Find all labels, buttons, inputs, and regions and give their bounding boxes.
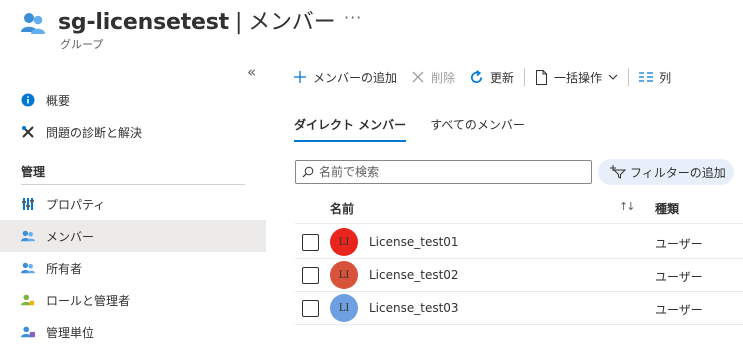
page-name: メンバー	[248, 10, 336, 35]
section-divider	[21, 184, 245, 185]
member-type: ユーザー	[655, 270, 703, 284]
refresh-icon	[469, 69, 484, 85]
bulk-operations-label: 一括操作	[554, 70, 603, 85]
search-input[interactable]	[319, 165, 579, 179]
avatar: LI	[330, 261, 358, 289]
close-icon	[411, 70, 425, 84]
sidebar-item-label: 問題の診断と解決	[46, 125, 143, 140]
more-actions-icon[interactable]: ···	[344, 8, 362, 27]
filter-add-icon	[610, 165, 626, 179]
member-name[interactable]: License_test01	[369, 235, 459, 249]
owners-icon	[21, 261, 35, 275]
document-icon	[535, 69, 548, 85]
columns-label: 列	[659, 70, 672, 85]
refresh-label: 更新	[490, 70, 515, 85]
table-row[interactable]: LI License_test02 ユーザー	[295, 259, 743, 292]
member-type: ユーザー	[655, 237, 703, 251]
search-icon	[302, 166, 314, 178]
avatar: LI	[330, 294, 358, 322]
bulk-operations-button[interactable]: 一括操作	[528, 63, 625, 91]
table-row[interactable]: LI License_test01 ユーザー	[295, 226, 743, 259]
sidebar-item-admin-units[interactable]: 管理単位	[0, 316, 266, 346]
sidebar-item-properties[interactable]: プロパティ	[0, 188, 266, 220]
refresh-button[interactable]: 更新	[462, 63, 521, 91]
sort-icon[interactable]: ↑↓	[619, 200, 636, 213]
row-checkbox[interactable]	[302, 267, 319, 284]
delete-button[interactable]: 削除	[404, 63, 462, 91]
sidebar-item-label: 管理単位	[46, 325, 95, 340]
column-header-type[interactable]: 種類	[655, 200, 679, 217]
sidebar-item-label: ロールと管理者	[46, 293, 131, 308]
group-icon	[20, 10, 46, 36]
columns-button[interactable]: 列	[632, 63, 678, 91]
delete-label: 削除	[431, 70, 456, 85]
chevron-down-icon	[608, 74, 618, 80]
sidebar-item-overview[interactable]: 概要	[0, 84, 266, 116]
page-header: sg-licensetest | メンバー ··· グループ	[0, 0, 743, 60]
command-bar: メンバーの追加 削除 更新 一括操作 列	[286, 60, 743, 94]
tab-all-members[interactable]: すべてのメンバー	[430, 116, 525, 142]
section-manage-heading: 管理	[21, 165, 46, 179]
sidebar: « 概要 問題の診断と解決 管理 プロパティ メンバー 所有者 ロールと管理者 …	[0, 60, 266, 346]
properties-icon	[21, 197, 35, 211]
sidebar-item-label: 概要	[46, 93, 71, 108]
page-subtitle: グループ	[60, 38, 104, 51]
plus-icon	[293, 70, 307, 84]
row-checkbox[interactable]	[302, 234, 319, 251]
group-name: sg-licensetest	[58, 10, 229, 35]
tab-direct-members[interactable]: ダイレクト メンバー	[294, 116, 407, 142]
add-member-label: メンバーの追加	[313, 70, 398, 85]
collapse-sidebar-icon[interactable]: «	[247, 63, 256, 81]
roles-icon	[21, 293, 35, 307]
toolbar-divider	[628, 68, 630, 86]
add-filter-label: フィルターの追加	[630, 165, 726, 180]
sidebar-item-label: 所有者	[46, 261, 83, 276]
columns-icon	[639, 71, 654, 83]
toolbar-divider	[524, 68, 526, 86]
sidebar-item-label: プロパティ	[46, 197, 106, 212]
wrench-icon	[21, 125, 35, 139]
info-icon	[21, 93, 35, 107]
member-name[interactable]: License_test03	[369, 301, 459, 315]
row-checkbox[interactable]	[302, 300, 319, 317]
table-header: 名前 ↑↓ 種類	[295, 192, 743, 224]
sidebar-item-roles[interactable]: ロールと管理者	[0, 284, 266, 316]
member-tabs: ダイレクト メンバー すべてのメンバー	[294, 116, 549, 146]
table-row[interactable]: LI License_test03 ユーザー	[295, 292, 743, 325]
sidebar-item-owners[interactable]: 所有者	[0, 252, 266, 284]
column-header-name[interactable]: 名前	[330, 200, 354, 217]
add-filter-button[interactable]: フィルターの追加	[598, 159, 734, 185]
member-type: ユーザー	[655, 303, 703, 317]
sidebar-item-members[interactable]: メンバー	[0, 220, 266, 252]
sidebar-item-diagnose[interactable]: 問題の診断と解決	[0, 116, 266, 148]
admin-units-icon	[21, 325, 35, 339]
add-member-button[interactable]: メンバーの追加	[286, 63, 404, 91]
member-name[interactable]: License_test02	[369, 268, 459, 282]
sidebar-item-label: メンバー	[46, 229, 95, 244]
avatar: LI	[330, 228, 358, 256]
title-separator: |	[234, 10, 243, 35]
page-title: sg-licensetest | メンバー	[58, 4, 336, 36]
search-box	[295, 160, 592, 184]
members-icon	[21, 229, 35, 243]
